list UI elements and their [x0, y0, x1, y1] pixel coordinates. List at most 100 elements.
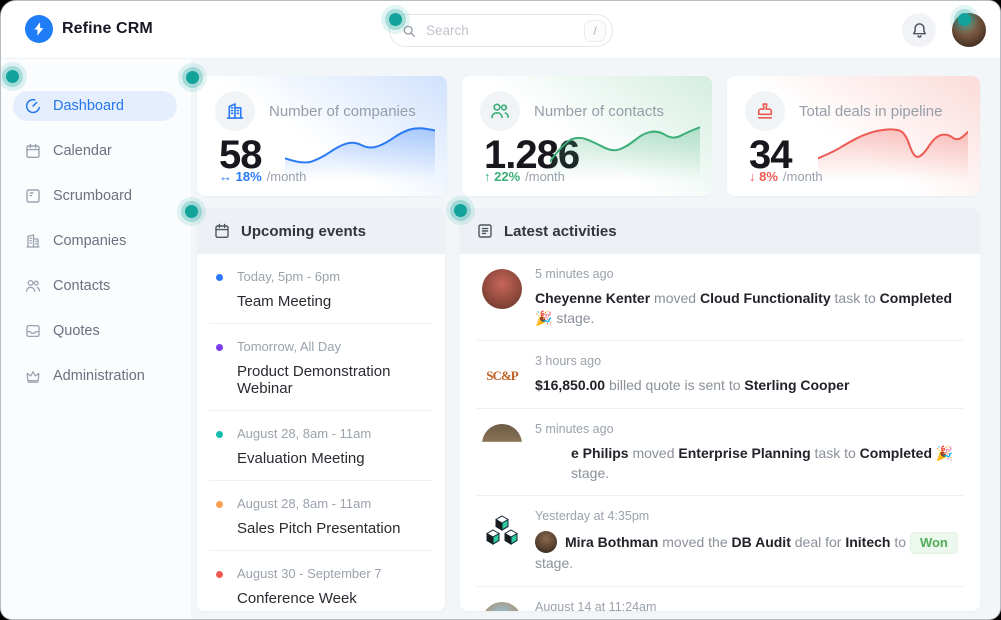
won-stage-badge: Won — [910, 532, 958, 554]
bell-icon — [911, 22, 928, 39]
lightning-bolt-icon — [25, 15, 53, 43]
calendar-icon — [25, 143, 41, 159]
activity-avatar — [482, 602, 522, 611]
sidebar-item-administration[interactable]: Administration — [13, 361, 177, 391]
event-date: Today, 5pm - 6pm — [237, 269, 429, 284]
event-title: Sales Pitch Presentation — [237, 520, 429, 537]
activity-timestamp: 5 minutes ago — [535, 422, 964, 436]
dashboard-icon — [25, 98, 41, 114]
sidebar-item-quotes[interactable]: Quotes — [13, 316, 177, 346]
annotation-marker — [185, 205, 198, 218]
sidebar-item-label: Contacts — [53, 278, 110, 294]
latest-activities-title: Latest activities — [504, 223, 617, 240]
event-date: August 28, 8am - 11am — [237, 426, 429, 441]
sidebar-nav: Dashboard Calendar Scrumboard Companies Cont… — [1, 59, 191, 619]
upcoming-events-header: Upcoming events — [197, 208, 445, 254]
event-list-item[interactable]: August 28, 8am - 11am Evaluation Meeting — [209, 411, 433, 481]
event-date: August 28, 8am - 11am — [237, 496, 429, 511]
notifications-button[interactable] — [902, 13, 936, 47]
event-list-item[interactable]: August 30 - September 7Conference Week — [209, 551, 433, 611]
company-logo: SC&P — [482, 356, 522, 396]
event-color-dot — [216, 571, 223, 578]
event-title: Evaluation Meeting — [237, 450, 429, 467]
activity-timestamp: 3 hours ago — [535, 354, 849, 368]
activity-list-item: 5 minutes ago Cheyenne Kenter moved Cloud… — [476, 254, 964, 341]
main-content: Number of companies58↔ 18%/monthNumber o… — [191, 59, 1000, 619]
sidebar-item-label: Companies — [53, 233, 126, 249]
activity-list-item: 5 minutes ago e Philips moved Enterprise … — [476, 409, 964, 496]
event-date: Tomorrow, All Day — [237, 339, 429, 354]
sidebar-item-label: Scrumboard — [53, 188, 132, 204]
stat-trend: ↓ 8%/month — [749, 169, 823, 184]
event-color-dot — [216, 274, 223, 281]
sidebar-item-label: Administration — [53, 368, 145, 384]
event-list-item[interactable]: Today, 5pm - 6pm Team Meeting — [209, 254, 433, 324]
stamp-icon — [745, 91, 785, 131]
building-icon — [25, 233, 41, 249]
sidebar-item-label: Calendar — [53, 143, 112, 159]
sidebar-item-label: Quotes — [53, 323, 100, 339]
stat-trend: ↑ 22%/month — [484, 169, 565, 184]
event-color-dot — [216, 431, 223, 438]
search-bar[interactable]: / — [389, 14, 613, 47]
activity-text: Mira Bothman moved the DB Audit deal for… — [535, 531, 964, 574]
sidebar-item-calendar[interactable]: Calendar — [13, 136, 177, 166]
stat-title: Number of contacts — [534, 103, 664, 120]
stat-title: Number of companies — [269, 103, 416, 120]
sidebar-item-companies[interactable]: Companies — [13, 226, 177, 256]
contacts-icon — [480, 91, 520, 131]
activity-text: e Philips moved Enterprise Planning task… — [571, 444, 964, 483]
activity-timestamp: 5 minutes ago — [535, 267, 964, 281]
search-shortcut-key: / — [584, 20, 606, 42]
top-header: Refine CRM / — [1, 1, 1000, 59]
stat-card-number-of-companies: Number of companies58↔ 18%/month — [197, 76, 447, 196]
stat-title: Total deals in pipeline — [799, 103, 942, 120]
board-icon — [25, 188, 41, 204]
sidebar-item-dashboard[interactable]: Dashboard — [13, 91, 177, 121]
activity-list-item: Yesterday at 4:35pmMira Bothman moved th… — [476, 496, 964, 587]
event-title: Team Meeting — [237, 293, 429, 310]
stat-cards-row: Number of companies58↔ 18%/monthNumber o… — [197, 76, 980, 196]
event-color-dot — [216, 501, 223, 508]
latest-activities-header: Latest activities — [460, 208, 980, 254]
contacts-icon — [25, 278, 41, 294]
page-body: Dashboard Calendar Scrumboard Companies Cont… — [1, 59, 1000, 619]
sidebar-item-scrumboard[interactable]: Scrumboard — [13, 181, 177, 211]
sparkline-chart — [818, 118, 968, 180]
activity-timestamp: August 14 at 11:24am — [535, 600, 939, 611]
upcoming-events-title: Upcoming events — [241, 223, 366, 240]
annotation-marker — [454, 204, 467, 217]
activity-avatar — [482, 269, 522, 309]
event-title: Conference Week — [237, 590, 429, 607]
stat-card-total-deals-in-pipeline: Total deals in pipeline34↓ 8%/month — [727, 76, 980, 196]
events-list: Today, 5pm - 6pm Team Meeting Tomorrow, Al… — [197, 254, 445, 611]
stat-trend: ↔ 18%/month — [219, 169, 306, 184]
annotation-marker — [958, 13, 971, 26]
event-list-item[interactable]: Tomorrow, All Day Product Demonstration W… — [209, 324, 433, 411]
app-window: Refine CRM / Dashboard Calendar Scrumboard… — [0, 0, 1001, 620]
sparkline-chart — [285, 118, 435, 180]
annotation-marker — [389, 13, 402, 26]
mini-avatar — [535, 531, 557, 553]
search-icon — [402, 24, 416, 38]
event-list-item[interactable]: August 28, 8am - 11am Sales Pitch Present… — [209, 481, 433, 551]
activity-list-item: August 14 at 11:24amJames Stanton added … — [476, 587, 964, 611]
activity-avatar — [482, 424, 522, 464]
app-logo[interactable]: Refine CRM — [25, 15, 153, 43]
search-input[interactable] — [424, 22, 576, 39]
activity-list-item: SC&P3 hours ago$16,850.00 billed quote i… — [476, 341, 964, 409]
bank-icon — [215, 91, 255, 131]
stat-card-number-of-contacts: Number of contacts1.286↑ 22%/month — [462, 76, 712, 196]
calendar-icon — [214, 223, 230, 239]
latest-activities-panel: Latest activities 5 minutes ago Cheyenne … — [460, 208, 980, 611]
app-title: Refine CRM — [62, 20, 153, 38]
sidebar-item-contacts[interactable]: Contacts — [13, 271, 177, 301]
activities-list: 5 minutes ago Cheyenne Kenter moved Cloud… — [460, 254, 980, 611]
upcoming-events-panel: Upcoming events Today, 5pm - 6pm Team Mee… — [197, 208, 445, 611]
activity-text: Cheyenne Kenter moved Cloud Functionalit… — [535, 289, 964, 328]
crown-icon — [25, 368, 41, 384]
company-logo-cubes — [482, 511, 522, 551]
event-title: Product Demonstration Webinar — [237, 363, 429, 397]
annotation-marker — [6, 70, 19, 83]
sparkline-chart — [550, 118, 700, 180]
